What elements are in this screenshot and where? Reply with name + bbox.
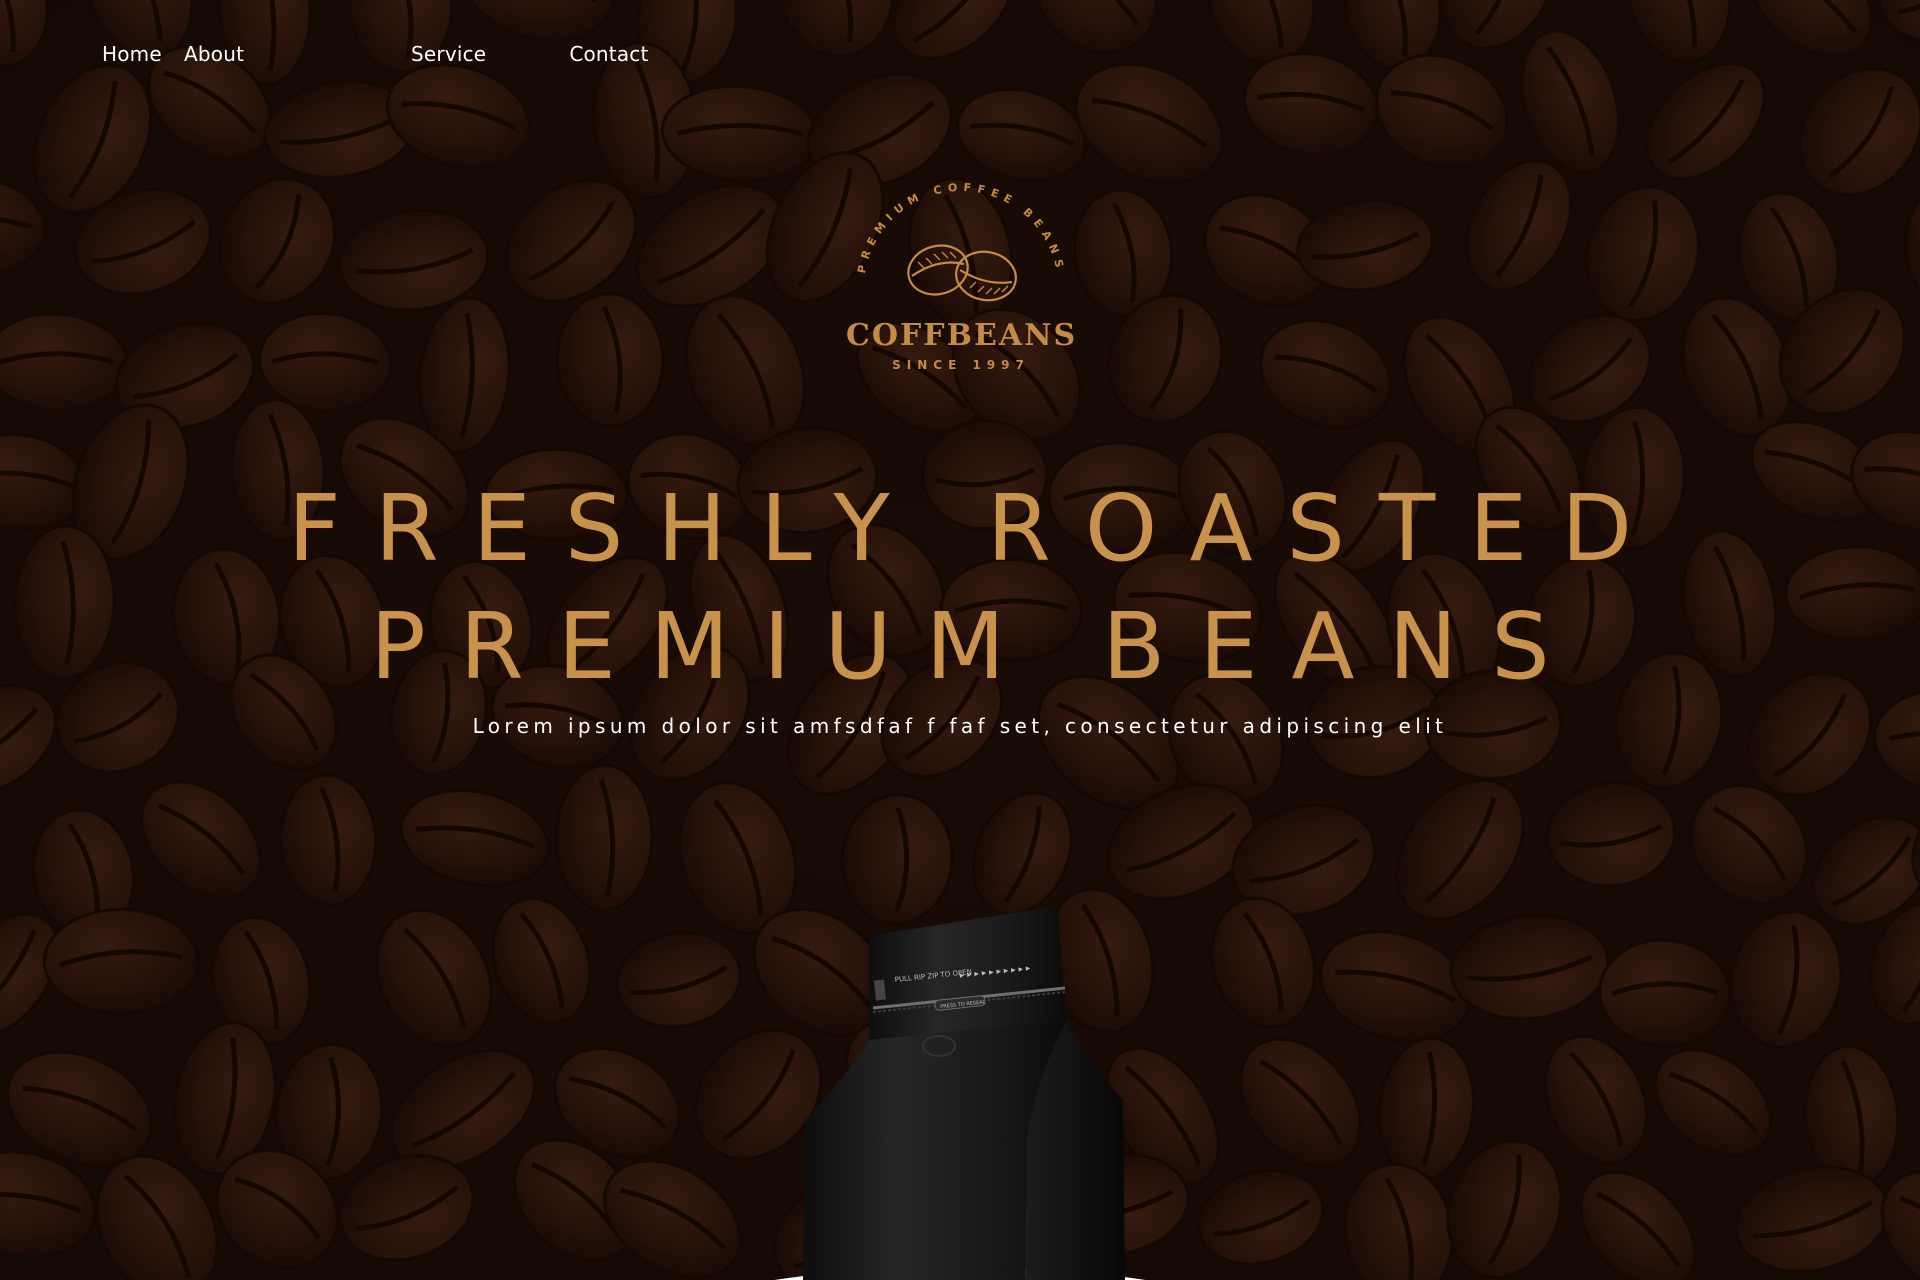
brand-name: COFFBEANS	[846, 318, 1078, 353]
main-navigation: Home About Service Contact	[102, 42, 649, 66]
nav-link-contact[interactable]: Contact	[569, 42, 648, 66]
nav-link-about[interactable]: About	[184, 42, 329, 66]
hero-subline: Lorem ipsum dolor sit amfsdfaf f faf set…	[472, 714, 1448, 738]
coffee-beans-logo-icon: PREMIUM COFFEE BEANS	[855, 181, 1061, 302]
hero-headline-line-2: PREMIUM BEANS	[370, 593, 1584, 700]
brand-logo[interactable]: PREMIUM COFFEE BEANS COFFBEANS SINCE 199…	[846, 178, 1076, 378]
hero-headline-line-1: FRESHLY ROASTED	[287, 475, 1667, 582]
nav-link-service[interactable]: Service	[411, 42, 486, 66]
coffee-bag-product-image: PULL RIP ZIP TO OPEN ▸ ▸ ▸ ▸ ▸ ▸ ▸ ▸ ▸ ▸…	[795, 900, 1135, 1280]
coffee-bag-icon: PULL RIP ZIP TO OPEN ▸ ▸ ▸ ▸ ▸ ▸ ▸ ▸ ▸ ▸…	[803, 906, 1125, 1280]
hero-headline: FRESHLY ROASTED PREMIUM BEANS	[0, 470, 1920, 706]
brand-since: SINCE 1997	[892, 358, 1030, 372]
